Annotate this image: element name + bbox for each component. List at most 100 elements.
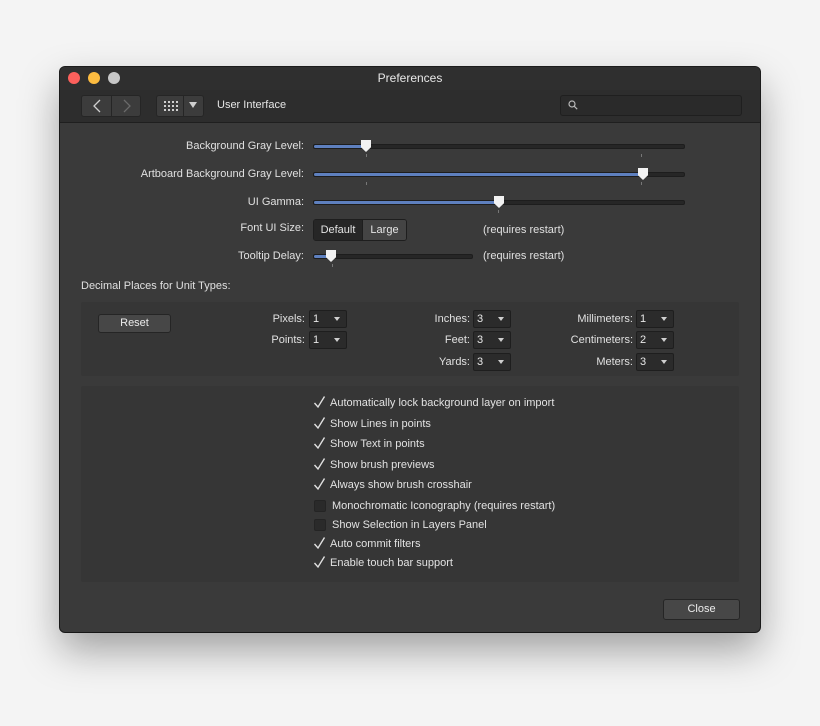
centimeters-label: Centimeters: bbox=[570, 334, 633, 346]
meters-label: Meters: bbox=[596, 356, 633, 368]
option-row[interactable]: Show Selection in Layers Panel bbox=[313, 517, 487, 533]
checkmark-icon bbox=[313, 417, 326, 430]
option-row[interactable]: Show Lines in points bbox=[313, 416, 431, 432]
option-label: Show Lines in points bbox=[330, 418, 431, 430]
option-row[interactable]: Show Text in points bbox=[313, 436, 425, 452]
search-icon bbox=[568, 100, 578, 110]
chevron-right-icon bbox=[123, 99, 131, 113]
font-size-large-option[interactable]: Large bbox=[363, 220, 406, 240]
feet-dropdown[interactable]: 3 bbox=[473, 331, 511, 349]
preferences-window: Preferences User Interface Background Gr… bbox=[60, 67, 760, 632]
chevron-down-icon bbox=[661, 338, 667, 342]
option-row[interactable]: Always show brush crosshair bbox=[313, 477, 472, 493]
artboard-gray-slider[interactable] bbox=[313, 168, 685, 180]
slider-tick bbox=[498, 210, 499, 213]
font-size-default-option[interactable]: Default bbox=[314, 220, 363, 240]
millimeters-dropdown[interactable]: 1 bbox=[636, 310, 674, 328]
dropdown-value: 3 bbox=[477, 313, 484, 325]
points-label: Points: bbox=[271, 334, 305, 346]
slider-tick bbox=[641, 154, 642, 157]
title-bar[interactable]: Preferences bbox=[60, 67, 760, 90]
dropdown-value: 2 bbox=[640, 334, 647, 346]
slider-thumb[interactable] bbox=[361, 140, 371, 152]
dropdown-value: 1 bbox=[313, 313, 320, 325]
slider-tick bbox=[366, 182, 367, 185]
pixels-dropdown[interactable]: 1 bbox=[309, 310, 347, 328]
yards-dropdown[interactable]: 3 bbox=[473, 353, 511, 371]
inches-dropdown[interactable]: 3 bbox=[473, 310, 511, 328]
reset-button[interactable]: Reset bbox=[98, 314, 171, 333]
font-ui-size-label: Font UI Size: bbox=[240, 222, 304, 234]
navigation-buttons bbox=[81, 95, 141, 117]
dropdown-value: 1 bbox=[313, 334, 320, 346]
checkmark-icon bbox=[313, 537, 326, 550]
dropdown-value: 1 bbox=[640, 313, 647, 325]
grid-icon bbox=[164, 101, 178, 111]
checkbox-checked[interactable] bbox=[313, 396, 326, 409]
tooltip-delay-slider[interactable] bbox=[313, 250, 473, 262]
ui-gamma-slider[interactable] bbox=[313, 196, 685, 208]
checkmark-icon bbox=[313, 458, 326, 471]
feet-label: Feet: bbox=[444, 334, 470, 346]
button-separator bbox=[183, 96, 184, 116]
checkbox-unchecked[interactable] bbox=[314, 519, 326, 531]
slider-thumb[interactable] bbox=[638, 168, 648, 180]
option-row[interactable]: Automatically lock background layer on i… bbox=[313, 395, 554, 411]
checkmark-icon bbox=[313, 556, 326, 569]
tooltip-restart-note: (requires restart) bbox=[483, 250, 565, 262]
close-window-button[interactable] bbox=[68, 72, 80, 84]
slider-tick bbox=[332, 264, 333, 267]
background-gray-label: Background Gray Level: bbox=[185, 140, 304, 152]
chevron-down-icon bbox=[498, 317, 504, 321]
background-gray-slider[interactable] bbox=[313, 140, 685, 152]
font-size-restart-note: (requires restart) bbox=[483, 224, 565, 236]
slider-thumb[interactable] bbox=[494, 196, 504, 208]
slider-fill bbox=[314, 201, 499, 204]
meters-dropdown[interactable]: 3 bbox=[636, 353, 674, 371]
points-dropdown[interactable]: 1 bbox=[309, 331, 347, 349]
tooltip-delay-label: Tooltip Delay: bbox=[237, 250, 304, 262]
decimal-places-title: Decimal Places for Unit Types: bbox=[81, 280, 231, 292]
slider-tick bbox=[641, 182, 642, 185]
back-button[interactable] bbox=[82, 96, 111, 116]
option-row[interactable]: Auto commit filters bbox=[313, 536, 420, 552]
pixels-label: Pixels: bbox=[272, 313, 305, 325]
show-all-button[interactable] bbox=[156, 95, 204, 117]
close-button[interactable]: Close bbox=[663, 599, 740, 620]
chevron-left-icon bbox=[93, 99, 101, 113]
checkbox-checked[interactable] bbox=[313, 478, 326, 491]
checkmark-icon bbox=[313, 437, 326, 450]
dropdown-value: 3 bbox=[477, 334, 484, 346]
centimeters-dropdown[interactable]: 2 bbox=[636, 331, 674, 349]
chevron-down-icon bbox=[498, 338, 504, 342]
zoom-window-button[interactable] bbox=[108, 72, 120, 84]
option-label: Auto commit filters bbox=[330, 538, 421, 550]
chevron-down-icon bbox=[498, 360, 504, 364]
section-title: User Interface bbox=[217, 99, 287, 111]
slider-thumb[interactable] bbox=[326, 250, 336, 262]
checkbox-checked[interactable] bbox=[313, 556, 326, 569]
checkbox-checked[interactable] bbox=[313, 417, 326, 430]
forward-button[interactable] bbox=[110, 96, 141, 116]
option-row[interactable]: Show brush previews bbox=[313, 457, 435, 473]
font-ui-size-segmented-control: Default Large bbox=[313, 219, 407, 241]
checkbox-checked[interactable] bbox=[313, 537, 326, 550]
slider-tick bbox=[366, 154, 367, 157]
minimize-window-button[interactable] bbox=[88, 72, 100, 84]
search-input[interactable] bbox=[560, 95, 742, 116]
option-label: Monochromatic Iconography (requires rest… bbox=[332, 500, 556, 512]
checkbox-unchecked[interactable] bbox=[314, 500, 326, 512]
option-row[interactable]: Monochromatic Iconography (requires rest… bbox=[313, 498, 555, 514]
artboard-gray-label: Artboard Background Gray Level: bbox=[140, 168, 304, 180]
inches-label: Inches: bbox=[434, 313, 470, 325]
slider-fill bbox=[314, 173, 643, 176]
option-row[interactable]: Enable touch bar support bbox=[313, 555, 453, 571]
chevron-down-icon bbox=[334, 338, 340, 342]
chevron-down-icon bbox=[661, 360, 667, 364]
millimeters-label: Millimeters: bbox=[577, 313, 633, 325]
checkbox-checked[interactable] bbox=[313, 458, 326, 471]
option-label: Automatically lock background layer on i… bbox=[330, 397, 555, 409]
option-label: Always show brush crosshair bbox=[330, 479, 472, 491]
checkmark-icon bbox=[313, 396, 326, 409]
checkbox-checked[interactable] bbox=[313, 437, 326, 450]
